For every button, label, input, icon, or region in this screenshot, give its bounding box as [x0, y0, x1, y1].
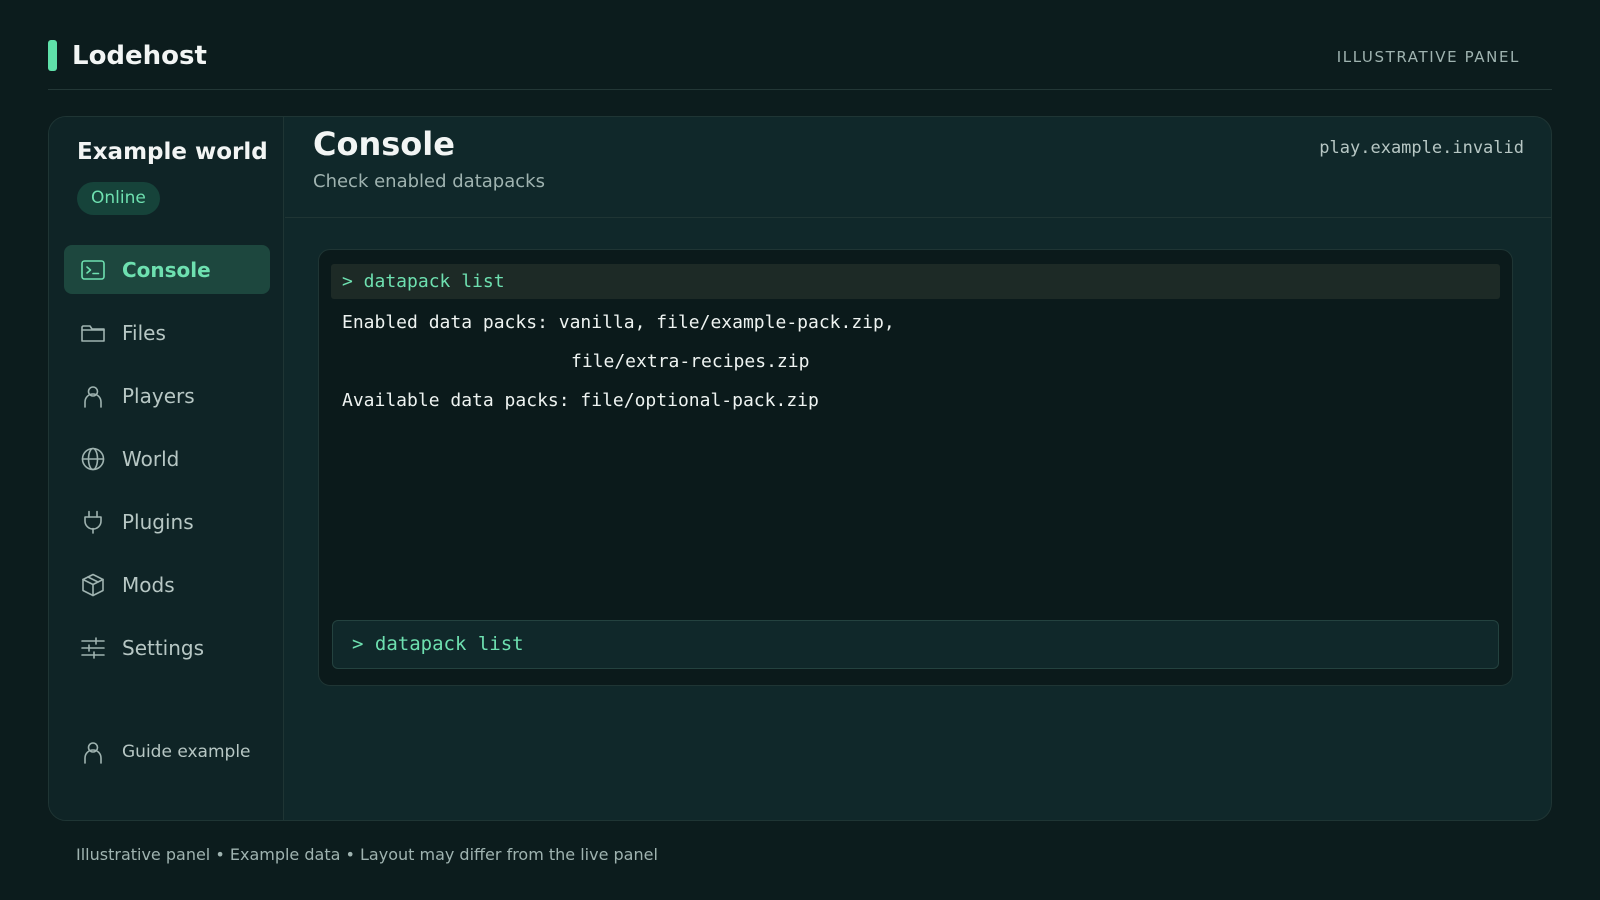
sidebar: Example world Online Console Files Playe…	[49, 117, 284, 820]
sidebar-item-label: Players	[122, 383, 195, 408]
sidebar-item-label: Console	[122, 257, 211, 282]
main-content: Console Check enabled datapacks play.exa…	[285, 117, 1551, 820]
brand-name: Lodehost	[72, 40, 207, 71]
sidebar-item-players[interactable]: Players	[64, 371, 270, 420]
console-output-line: file/extra-recipes.zip	[571, 351, 810, 372]
server-address[interactable]: play.example.invalid	[1319, 138, 1524, 158]
user-icon	[80, 383, 106, 409]
console-command-line: > datapack list	[331, 264, 1500, 299]
console-output-line: Available data packs: file/optional-pack…	[342, 390, 819, 411]
globe-icon	[80, 446, 106, 472]
sidebar-item-plugins[interactable]: Plugins	[64, 497, 270, 546]
terminal-icon	[80, 257, 106, 283]
sidebar-item-mods[interactable]: Mods	[64, 560, 270, 609]
page-subtitle: Check enabled datapacks	[313, 171, 545, 192]
panel-tag: ILLUSTRATIVE PANEL	[1336, 48, 1520, 66]
sidebar-item-label: Mods	[122, 572, 175, 597]
top-bar: Lodehost ILLUSTRATIVE PANEL	[48, 38, 1552, 90]
sidebar-item-label: Plugins	[122, 509, 194, 534]
sidebar-nav: Console Files Players World Plugins Mods…	[64, 245, 270, 686]
page-header: Console Check enabled datapacks play.exa…	[285, 117, 1551, 218]
world-name: Example world	[77, 139, 268, 165]
plug-icon	[80, 509, 106, 535]
sidebar-item-label: Settings	[122, 635, 205, 660]
brand-logo-mark	[48, 40, 57, 71]
sidebar-item-settings[interactable]: Settings	[64, 623, 270, 672]
brand[interactable]: Lodehost	[48, 40, 207, 71]
user-icon	[80, 739, 106, 765]
user-account[interactable]: Guide example	[80, 739, 251, 765]
sidebar-item-label: World	[122, 446, 180, 471]
sidebar-item-world[interactable]: World	[64, 434, 270, 483]
page-title: Console	[313, 125, 455, 163]
console-window: > datapack list Enabled data packs: vani…	[318, 249, 1513, 686]
console-log[interactable]: > datapack list Enabled data packs: vani…	[331, 264, 1500, 420]
box-icon	[80, 572, 106, 598]
footer-note: Illustrative panel • Example data • Layo…	[76, 845, 658, 864]
sidebar-item-label: Files	[122, 320, 166, 345]
user-name: Guide example	[122, 742, 251, 762]
status-badge: Online	[77, 182, 160, 215]
folder-icon	[80, 320, 106, 346]
sidebar-item-files[interactable]: Files	[64, 308, 270, 357]
main-panel: Example world Online Console Files Playe…	[48, 116, 1552, 821]
console-output-line: Enabled data packs: vanilla, file/exampl…	[342, 312, 895, 333]
sliders-icon	[80, 635, 106, 661]
sidebar-item-console[interactable]: Console	[64, 245, 270, 294]
console-command-input[interactable]: > datapack list	[332, 620, 1499, 669]
